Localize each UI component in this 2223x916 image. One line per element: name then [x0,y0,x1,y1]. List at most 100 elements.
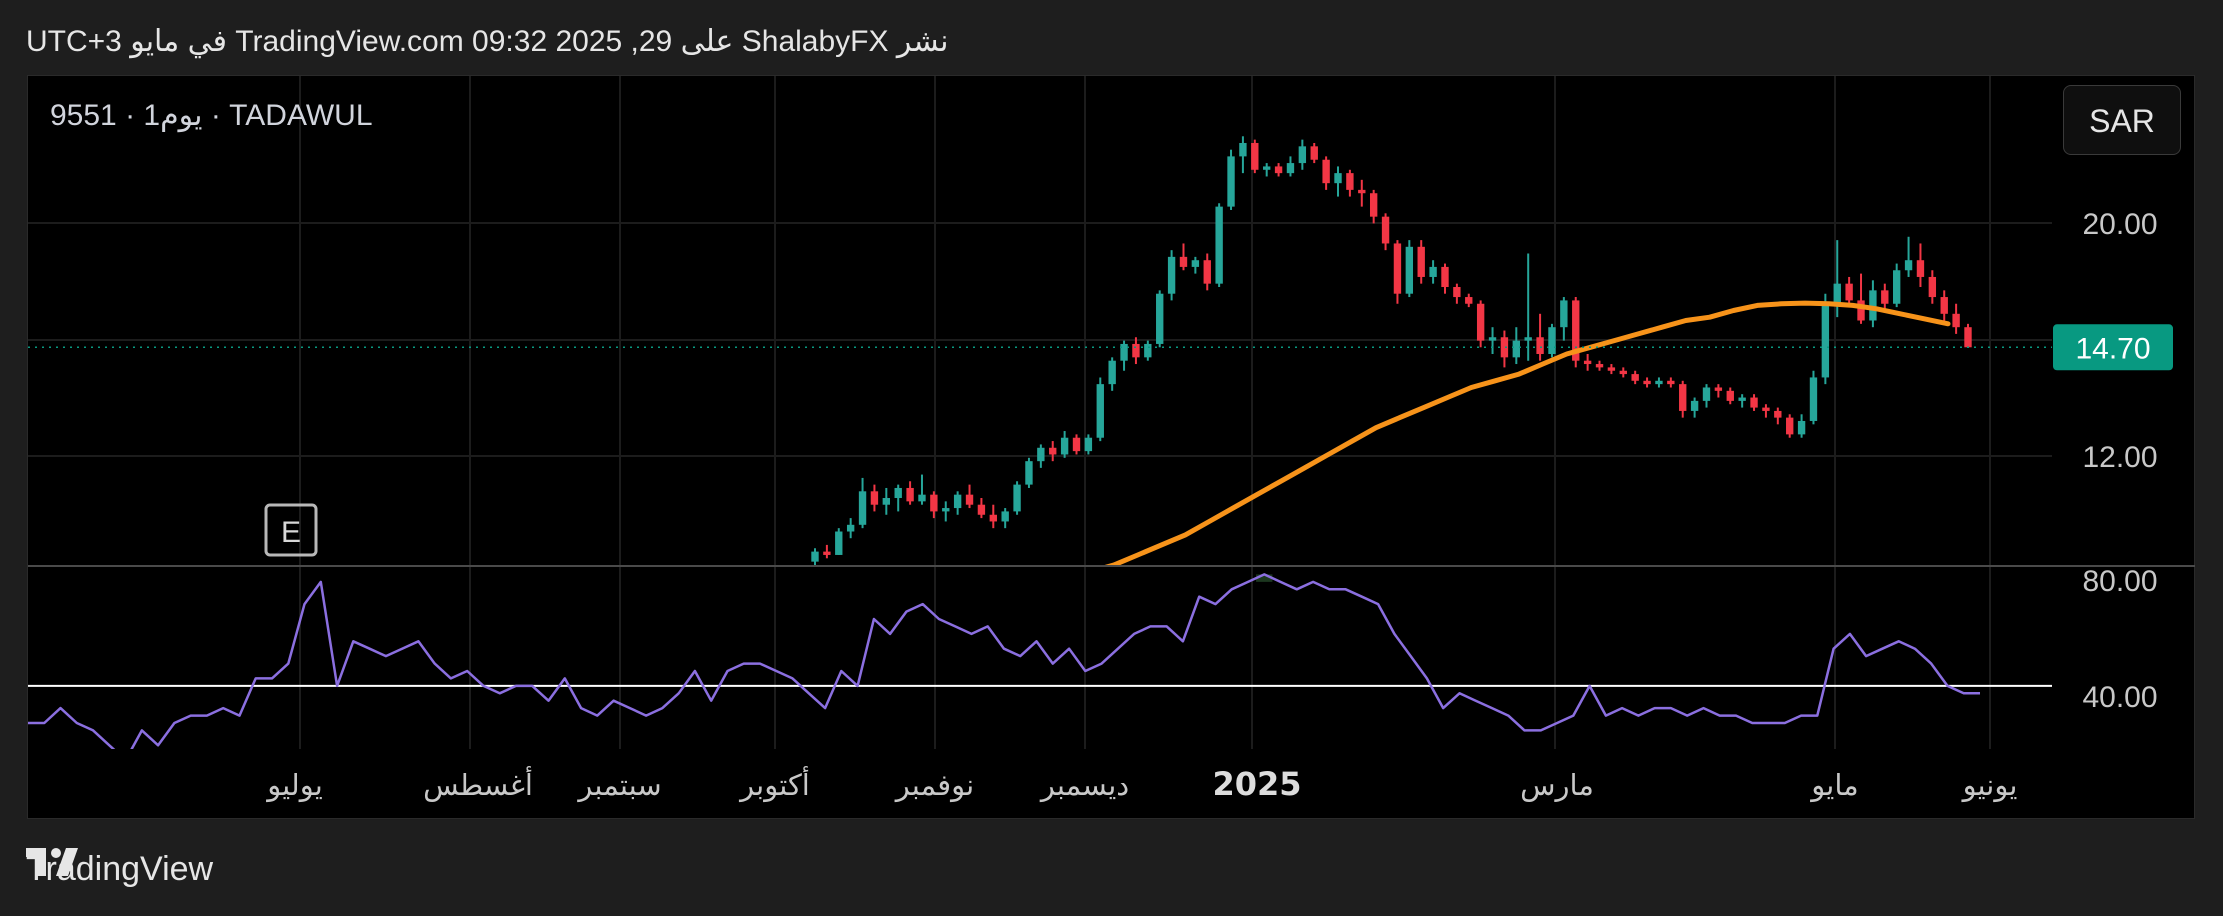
candle [858,477,867,529]
candle [882,487,891,515]
candle-body [1263,166,1271,170]
candle-body [1774,410,1782,418]
candle-body [1583,360,1592,365]
candle [1881,283,1889,311]
candle [1417,240,1425,284]
candle-body [1429,266,1437,277]
candle [1655,377,1663,388]
candle [953,491,962,515]
candle [1619,367,1627,378]
candle-body [1215,206,1223,284]
candle [894,484,902,512]
x-tick-label: سبتمبر [576,768,661,802]
candle [1488,327,1497,354]
candle-body [1702,387,1711,401]
candle-body [858,491,867,525]
y-tick-label: 12.00 [2082,441,2157,474]
candle [989,504,997,529]
rsi-tick-label: 40.00 [2082,681,2157,714]
candle-body [1441,266,1449,288]
brand-footer[interactable]: TradingView [26,846,213,892]
candle [1928,270,1937,304]
candle-body [1322,159,1330,184]
candle [1167,250,1176,301]
y-tick-label: 20.00 [2082,208,2157,241]
candle-body [811,551,819,562]
candle [1227,149,1235,210]
candle-body [1797,420,1806,435]
candle [1512,327,1520,365]
candle [1049,441,1057,462]
candle [1358,179,1366,207]
candle-body [1809,377,1818,421]
candle-body [1548,327,1556,354]
candle [1393,240,1402,304]
candle [1964,323,1972,348]
candle [1809,370,1818,425]
candle-body [1738,397,1746,401]
candle-body [1690,400,1699,411]
candle [1298,139,1307,170]
candle [1952,303,1960,334]
candle-body [1631,374,1639,381]
x-tick-label: مايو [1809,768,1858,802]
candle [1465,293,1473,308]
candle [1643,377,1651,388]
x-tick-label: 2025 [1212,765,1301,803]
candle [1203,253,1211,291]
candle [1821,293,1830,385]
candle-body [1833,283,1841,304]
x-tick-label: أغسطس [423,765,533,802]
candle-body [1904,260,1913,271]
candle-body [1726,390,1734,401]
candle-body [1524,337,1532,341]
candle [1500,330,1509,368]
candle [1595,360,1604,371]
candle [1679,380,1687,418]
candle-body [1108,360,1116,385]
candle-body [1916,260,1925,277]
candle [1631,370,1639,385]
earnings-marker[interactable]: E [264,503,318,557]
candle-body [1013,484,1021,512]
candle [1191,256,1200,274]
x-tick-label: مارس [1520,768,1594,802]
x-tick-label: أكتوبر [738,765,810,802]
candle-body [1417,246,1425,277]
candle [1726,387,1734,405]
candle-body [1881,290,1889,304]
candle-body [1619,370,1627,375]
candle-body [1762,407,1770,411]
price-chart[interactable]: 20.0016.0012.0080.0040.00 يوليوأغسطسسبتم… [0,0,2223,916]
candle [1132,337,1140,365]
candle-body [1001,511,1009,522]
candle-body [1453,287,1461,298]
candle-body [1655,380,1663,385]
candle [1060,431,1069,458]
candle [1096,377,1104,442]
candle-body [1156,293,1164,344]
candle-body [1120,343,1128,361]
candle [1524,253,1532,361]
candle-body [1500,337,1509,358]
candle-body [953,494,962,509]
candle-body [942,508,950,512]
candle [1369,189,1378,224]
earnings-marker-label: E [281,516,301,549]
x-tick-label: يوليو [265,768,323,802]
candle [1310,142,1318,164]
candle [1940,290,1948,321]
candle-body [1607,367,1616,371]
candle-body [1286,163,1295,174]
currency-button[interactable]: SAR [2063,85,2181,155]
candle-body [1940,297,1948,314]
candle [1536,313,1544,361]
candle [811,548,819,565]
candle-body [1025,461,1033,485]
candle [1750,394,1758,411]
candle [1274,163,1283,177]
candle [1334,166,1342,197]
candle [1263,163,1271,177]
rsi-line [28,573,1980,749]
candle-body [1952,313,1960,328]
